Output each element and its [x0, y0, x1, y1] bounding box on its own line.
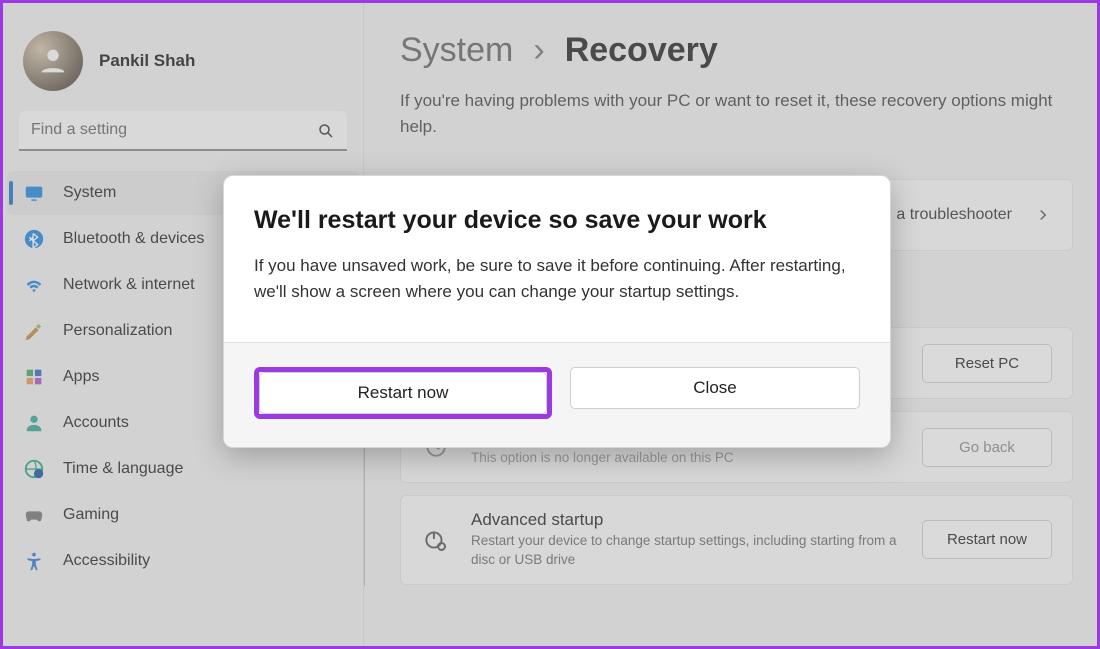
dialog-restart-now-button[interactable]: Restart now	[259, 372, 547, 414]
dialog-text: If you have unsaved work, be sure to sav…	[254, 253, 860, 306]
restart-dialog: We'll restart your device so save your w…	[223, 175, 891, 448]
dialog-title: We'll restart your device so save your w…	[254, 206, 860, 235]
dialog-actions: Restart now Close	[224, 342, 890, 447]
highlight-annotation: Restart now	[254, 367, 552, 419]
dialog-close-button[interactable]: Close	[570, 367, 860, 409]
